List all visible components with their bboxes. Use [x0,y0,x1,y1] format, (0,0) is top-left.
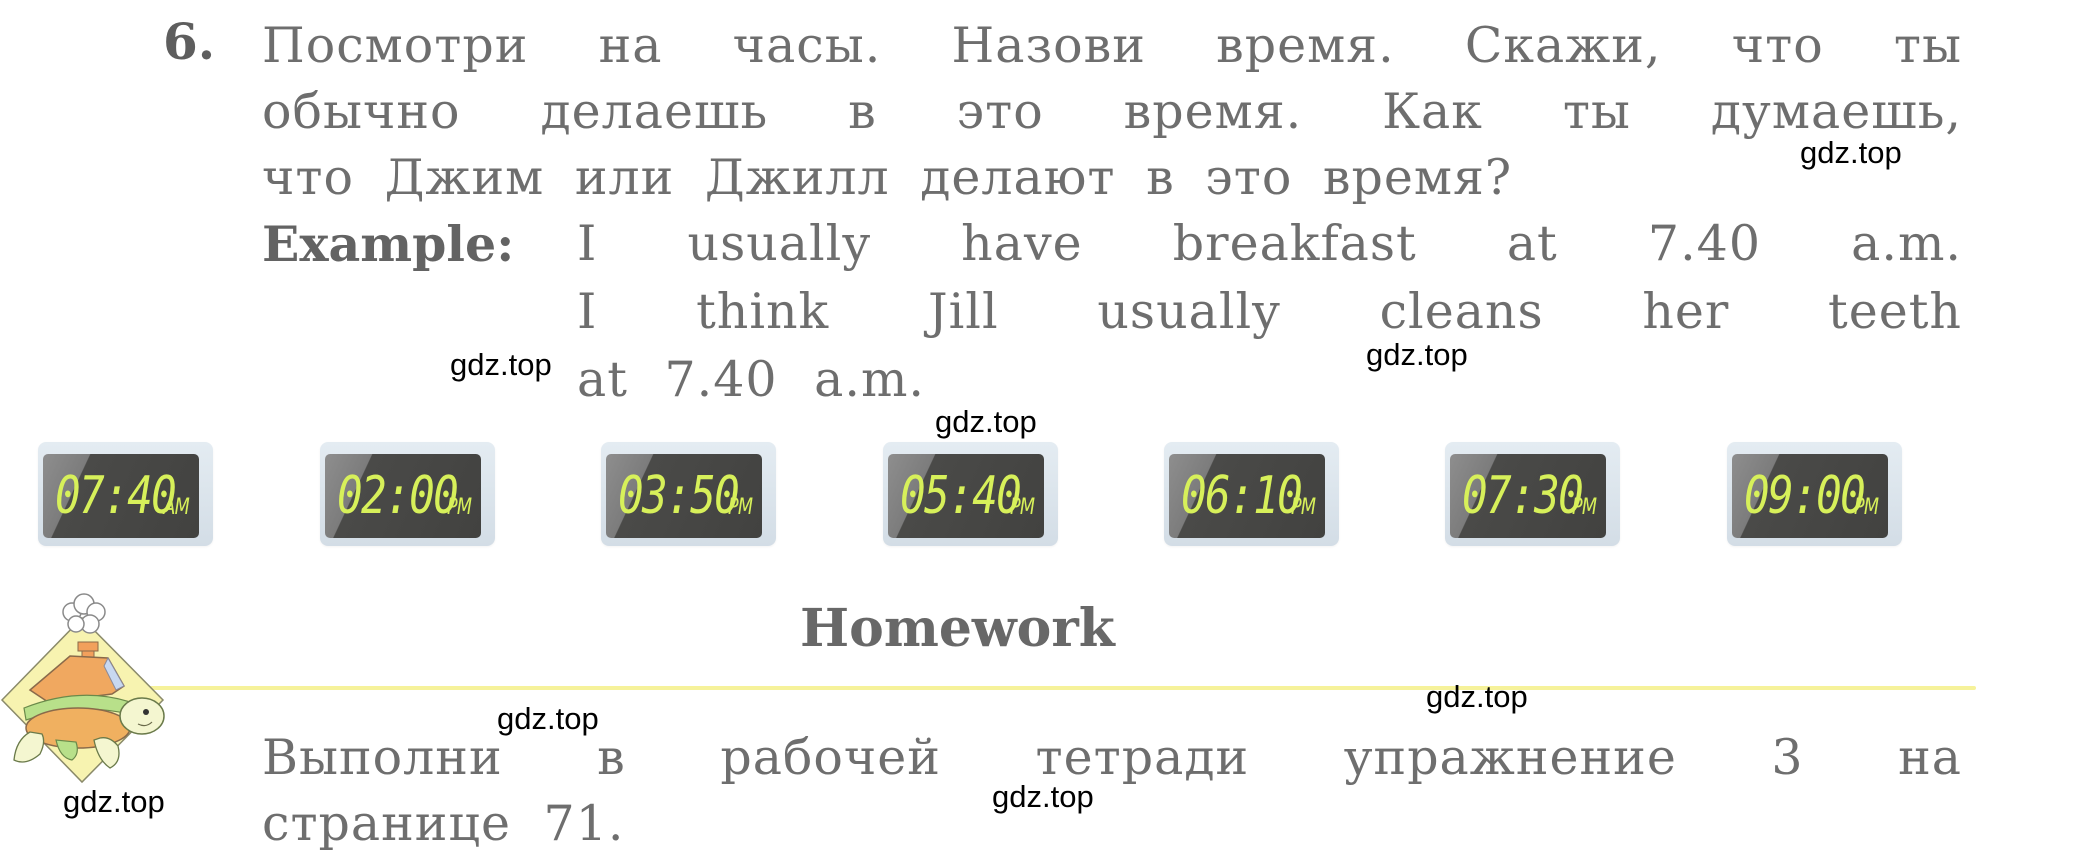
clock-time: 02:00 [337,466,459,526]
clock-time: 07:40 [55,466,177,526]
digital-clock: 06:10 PM [1164,442,1339,546]
section-divider [120,686,1976,690]
clock-screen: 05:40 PM [888,454,1044,538]
clock-screen: 09:00 PM [1732,454,1888,538]
clock-row: 07:40 AM 02:00 PM 03:50 PM 05:40 PM 06:1… [38,440,1968,550]
clock-period: PM [1571,495,1597,520]
example-line: I usually have breakfast at 7.40 a.m. [577,215,1962,272]
watermark: gdz.top [63,784,165,819]
homework-title: Homework [800,598,1115,659]
watermark: gdz.top [935,404,1037,439]
clock-period: AM [163,495,189,520]
watermark: gdz.top [1366,337,1468,372]
clock-time: 07:30 [1462,466,1584,526]
clock-screen: 07:30 PM [1450,454,1606,538]
clock-screen: 02:00 PM [325,454,481,538]
instruction-line: обычно делаешь в это время. Как ты думае… [262,83,1962,140]
clock-time: 06:10 [1181,466,1303,526]
instruction-line: что Джим или Джилл делают в это время? [262,149,1513,206]
turtle-house-icon [0,590,175,790]
clock-screen: 03:50 PM [606,454,762,538]
example-line: at 7.40 a.m. [577,351,925,408]
clock-time: 03:50 [618,466,740,526]
homework-line: странице 71. [262,795,625,852]
watermark: gdz.top [1426,679,1528,714]
clock-period: PM [1853,495,1879,520]
example-label: Example: [262,215,515,273]
clock-period: PM [727,495,753,520]
clock-screen: 07:40 AM [43,454,199,538]
watermark: gdz.top [1800,135,1902,170]
clock-time: 05:40 [900,466,1022,526]
clock-screen: 06:10 PM [1169,454,1325,538]
clock-period: PM [1290,495,1316,520]
watermark: gdz.top [450,347,552,382]
example-line: I think Jill usually cleans her teeth [577,283,1962,340]
digital-clock: 09:00 PM [1727,442,1902,546]
clock-period: PM [1009,495,1035,520]
digital-clock: 07:40 AM [38,442,213,546]
exercise-number: 6. [163,12,216,71]
clock-time: 09:00 [1744,466,1866,526]
digital-clock: 07:30 PM [1445,442,1620,546]
digital-clock: 03:50 PM [601,442,776,546]
digital-clock: 05:40 PM [883,442,1058,546]
digital-clock: 02:00 PM [320,442,495,546]
watermark: gdz.top [497,701,599,736]
watermark: gdz.top [992,779,1094,814]
clock-period: PM [446,495,472,520]
instruction-line: Посмотри на часы. Назови время. Скажи, ч… [262,17,1962,74]
